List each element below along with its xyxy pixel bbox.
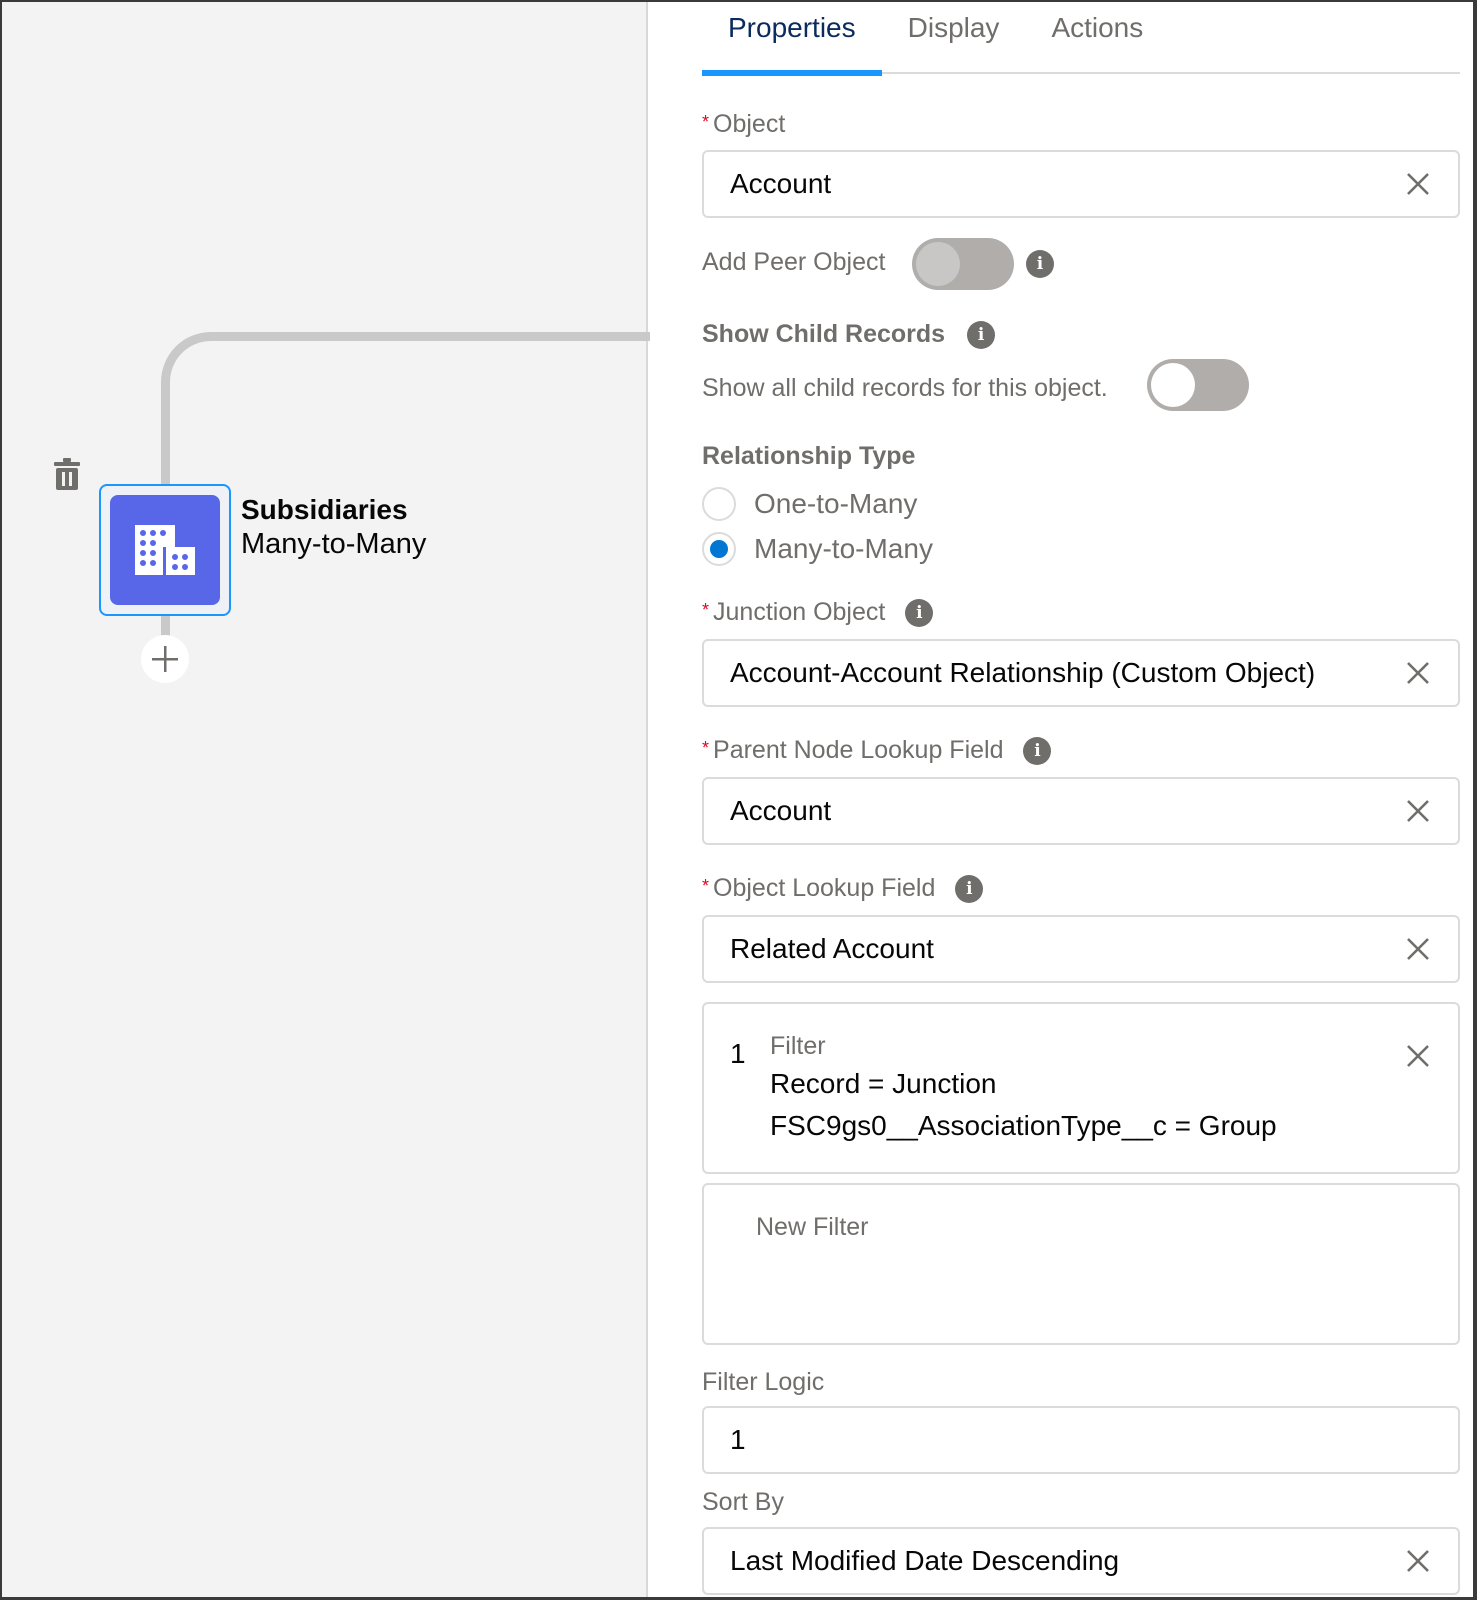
- new-filter-button[interactable]: New Filter: [756, 1213, 869, 1242]
- object-value: Account: [730, 168, 832, 199]
- close-icon: [1407, 1550, 1429, 1572]
- sort-by-value: Last Modified Date Descending: [730, 1545, 1120, 1576]
- clear-object-lookup-button[interactable]: [1404, 935, 1432, 963]
- properties-panel: Properties Display Actions * Object Acco…: [650, 2, 1473, 1597]
- close-icon: [1407, 1045, 1429, 1067]
- filter-condition: Record = Junction: [770, 1068, 997, 1099]
- required-marker: *: [702, 112, 710, 132]
- add-peer-object-toggle[interactable]: [912, 238, 1014, 290]
- close-icon: [1407, 938, 1429, 960]
- show-child-records-help: Show all child records for this object.: [702, 374, 1108, 402]
- object-lookup-label: * Object Lookup Field i: [702, 874, 984, 903]
- object-lookup-value: Related Account: [730, 933, 934, 964]
- junction-object-label: * Junction Object i: [702, 598, 934, 627]
- app-frame: Subsidiaries Many-to-Many Properties Dis…: [0, 0, 1477, 1600]
- required-marker: *: [702, 876, 710, 896]
- tab-actions[interactable]: Actions: [1025, 2, 1169, 74]
- trash-icon[interactable]: [53, 457, 81, 491]
- info-icon[interactable]: i: [967, 320, 996, 349]
- new-filter-card[interactable]: New Filter: [702, 1183, 1460, 1345]
- sort-by-label: Sort By: [702, 1488, 784, 1516]
- toggle-knob: [916, 242, 960, 286]
- parent-node-lookup-label: * Parent Node Lookup Field i: [702, 736, 1052, 765]
- filter-logic-value: 1: [730, 1424, 746, 1455]
- junction-object-value: Account-Account Relationship (Custom Obj…: [730, 657, 1316, 688]
- radio-many-to-many[interactable]: Many-to-Many: [702, 532, 933, 566]
- object-field[interactable]: Account: [702, 150, 1460, 218]
- show-child-records-heading: Show Child Records i: [702, 320, 996, 349]
- junction-object-field[interactable]: Account-Account Relationship (Custom Obj…: [702, 639, 1460, 707]
- building-icon: [110, 495, 220, 605]
- object-lookup-field[interactable]: Related Account: [702, 915, 1460, 983]
- node-card-subsidiaries[interactable]: [99, 484, 231, 616]
- sort-by-field[interactable]: Last Modified Date Descending: [702, 1527, 1460, 1595]
- tab-display[interactable]: Display: [882, 2, 1026, 74]
- plus-icon: [152, 646, 178, 672]
- parent-node-lookup-field[interactable]: Account: [702, 777, 1460, 845]
- info-icon[interactable]: i: [955, 874, 984, 903]
- radio-one-to-many[interactable]: One-to-Many: [702, 487, 917, 521]
- close-icon: [1407, 800, 1429, 822]
- node-relationship-type: Many-to-Many: [241, 528, 427, 560]
- node-title: Subsidiaries: [241, 494, 408, 525]
- remove-filter-button[interactable]: [1404, 1042, 1432, 1070]
- toggle-knob: [1151, 363, 1195, 407]
- filter-condition: FSC9gs0__AssociationType__c = Group: [770, 1110, 1277, 1141]
- filter-heading: Filter: [770, 1032, 826, 1060]
- filter-number: 1: [730, 1038, 746, 1069]
- relationship-type-heading: Relationship Type: [702, 442, 916, 470]
- connector-line: [161, 332, 661, 492]
- radio-button[interactable]: [702, 487, 736, 521]
- filter-logic-field[interactable]: 1: [702, 1406, 1460, 1474]
- add-node-button[interactable]: [141, 635, 189, 683]
- info-icon[interactable]: i: [1026, 250, 1054, 278]
- close-icon: [1407, 662, 1429, 684]
- panel-tabs: Properties Display Actions: [702, 2, 1460, 76]
- builder-canvas: Subsidiaries Many-to-Many: [2, 2, 661, 1597]
- clear-object-button[interactable]: [1404, 170, 1432, 198]
- parent-node-lookup-value: Account: [730, 795, 832, 826]
- required-marker: *: [702, 600, 710, 620]
- close-icon: [1407, 173, 1429, 195]
- object-label: * Object: [702, 110, 786, 138]
- required-marker: *: [702, 738, 710, 758]
- add-peer-object-label: Add Peer Object: [702, 248, 886, 276]
- show-child-records-toggle[interactable]: [1147, 359, 1249, 411]
- filter-card[interactable]: 1 Filter Record = Junction FSC9gs0__Asso…: [702, 1002, 1460, 1174]
- clear-junction-object-button[interactable]: [1404, 659, 1432, 687]
- info-icon[interactable]: i: [905, 598, 934, 627]
- filter-logic-label: Filter Logic: [702, 1368, 825, 1396]
- clear-parent-node-lookup-button[interactable]: [1404, 797, 1432, 825]
- tab-properties[interactable]: Properties: [702, 2, 882, 76]
- clear-sort-by-button[interactable]: [1404, 1547, 1432, 1575]
- radio-button-selected[interactable]: [702, 532, 736, 566]
- info-icon[interactable]: i: [1023, 736, 1052, 765]
